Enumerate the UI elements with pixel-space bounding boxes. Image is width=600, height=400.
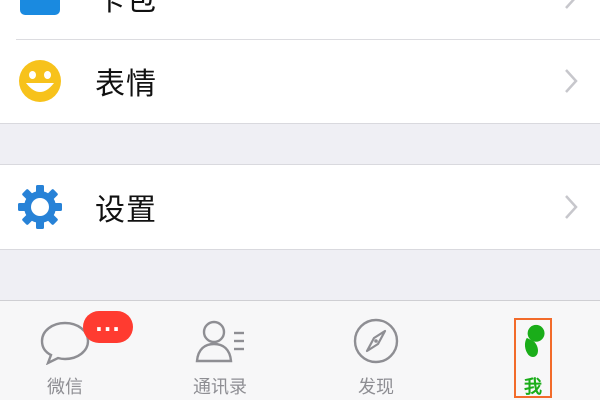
row-label: 表情: [95, 67, 157, 102]
row-card-wallet[interactable]: 卡包: [0, 0, 600, 39]
smiley-icon: [19, 60, 61, 102]
tab-label: 通讯录: [193, 377, 247, 398]
tab-label: 微信: [47, 377, 83, 398]
row-label: 设置: [95, 193, 157, 228]
tab-discover[interactable]: 发现: [316, 301, 436, 400]
row-stickers[interactable]: 表情: [0, 39, 600, 123]
tab-label: 我: [524, 377, 542, 398]
tab-me[interactable]: 我: [473, 301, 593, 400]
tab-label: 发现: [358, 377, 394, 398]
chevron-right-icon: [565, 69, 578, 93]
compass-icon: [353, 318, 399, 364]
settings-group-1: 卡包 表情: [0, 0, 600, 124]
me-screen: 卡包 表情 设置 ... 微信 通讯录 发现 我: [0, 0, 600, 400]
gear-icon: [18, 185, 62, 229]
tab-chats[interactable]: ... 微信: [5, 301, 133, 400]
chevron-right-icon: [565, 0, 575, 9]
unread-badge: ...: [83, 311, 133, 343]
row-label: 卡包: [95, 0, 157, 18]
me-icon: [524, 324, 545, 357]
card-wallet-icon: [20, 0, 60, 15]
settings-group-2: 设置: [0, 164, 600, 250]
row-settings[interactable]: 设置: [0, 165, 600, 249]
tab-bar: ... 微信 通讯录 发现 我: [0, 300, 600, 400]
chevron-right-icon: [565, 195, 578, 219]
tab-contacts[interactable]: 通讯录: [160, 301, 280, 400]
contacts-icon: [195, 320, 244, 363]
